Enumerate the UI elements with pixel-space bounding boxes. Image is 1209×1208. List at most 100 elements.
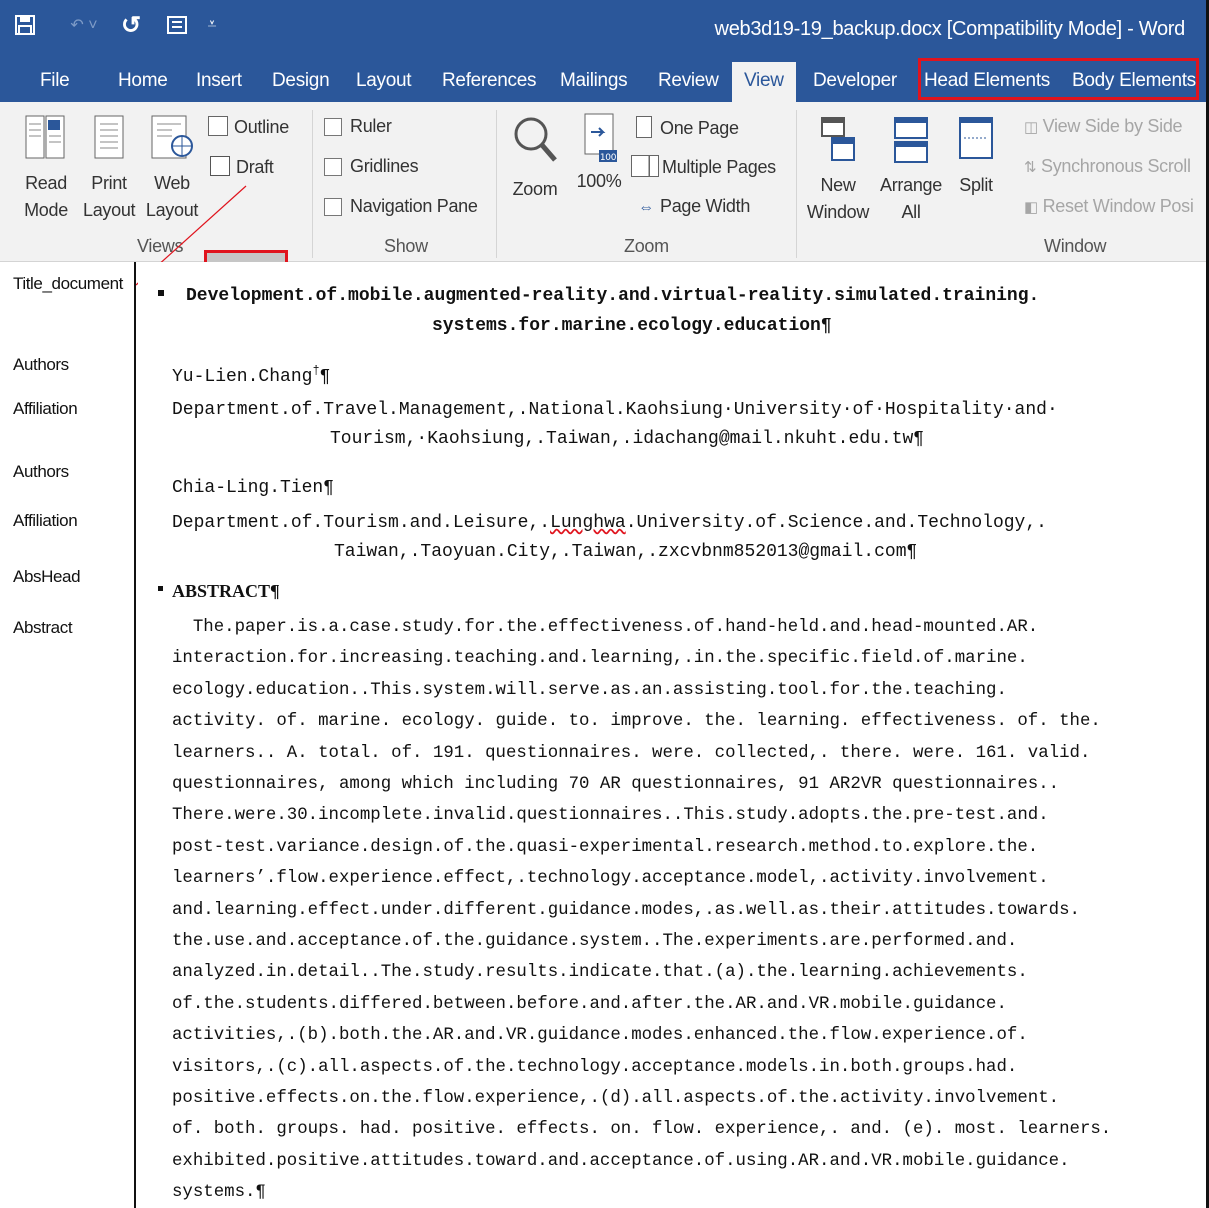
page-width-label: Page Width bbox=[660, 196, 751, 216]
split-button[interactable]: Split bbox=[952, 114, 1000, 199]
abstract-line: systems.¶ bbox=[172, 1183, 266, 1203]
navigation-pane-label: Navigation Pane bbox=[350, 196, 478, 216]
outline-button[interactable]: Outline bbox=[208, 116, 289, 138]
read-mode-icon bbox=[25, 115, 65, 159]
page-width-button[interactable]: ⇔ Page Width bbox=[634, 196, 750, 217]
multiple-pages-icon bbox=[631, 155, 659, 177]
synchronous-scroll-label: Synchronous Scroll bbox=[1040, 156, 1191, 176]
arrange-all-button[interactable]: Arrange All bbox=[876, 114, 946, 226]
sync-scroll-icon: ⇅ bbox=[1024, 159, 1037, 176]
zoom-label: Zoom bbox=[512, 179, 558, 199]
affiliation-2-part-b: Lunghwa bbox=[550, 513, 626, 533]
show-group-label: Show bbox=[384, 236, 428, 256]
multiple-pages-button[interactable]: Multiple Pages bbox=[631, 155, 776, 178]
save-icon[interactable] bbox=[12, 12, 38, 38]
tab-design[interactable]: Design bbox=[272, 62, 330, 102]
zoom-button[interactable]: Zoom bbox=[506, 114, 564, 203]
abstract-line: learners.. A. total. of. 191. questionna… bbox=[172, 743, 1091, 763]
style-affiliation[interactable]: Affiliation bbox=[13, 511, 78, 531]
synchronous-scroll-button[interactable]: ⇅ Synchronous Scroll bbox=[1024, 156, 1191, 177]
abstract-line: of.the.students.differed.between.before.… bbox=[172, 994, 1007, 1014]
paragraph-mark-bullet bbox=[158, 290, 164, 296]
svg-text:100: 100 bbox=[600, 153, 617, 163]
magnifier-icon bbox=[514, 117, 557, 162]
document-title-line-1: Development.of.mobile.augmented-reality.… bbox=[186, 286, 1040, 306]
affiliation-2-line-1: Department.of.Tourism.and.Leisure,.Lungh… bbox=[172, 513, 1047, 533]
abstract-line: post-test.variance.design.of.the.quasi-e… bbox=[172, 837, 1039, 857]
style-abshead[interactable]: AbsHead bbox=[13, 567, 81, 587]
author-1: Yu-Lien.Chang†¶ bbox=[172, 364, 331, 387]
tab-mailings[interactable]: Mailings bbox=[560, 62, 628, 102]
navigation-pane-checkbox[interactable] bbox=[324, 198, 342, 216]
zoom-group-label: Zoom bbox=[624, 236, 669, 256]
abstract-line: interaction.for.increasing.teaching.and.… bbox=[172, 649, 1028, 669]
style-authors[interactable]: Authors bbox=[13, 355, 69, 375]
tab-layout[interactable]: Layout bbox=[356, 62, 412, 102]
ruler-checkbox[interactable] bbox=[324, 118, 342, 136]
author-1-name: Yu-Lien.Chang bbox=[172, 367, 313, 387]
new-window-icon bbox=[821, 117, 855, 161]
affiliation-1-line-2: Tourism,·Kaohsiung,.Taiwan,.idachang@mai… bbox=[330, 429, 925, 449]
arrange-all-icon bbox=[894, 117, 928, 163]
zoom-100-icon: 100 bbox=[584, 113, 617, 163]
view-side-by-side-button[interactable]: ◫ View Side by Side bbox=[1024, 116, 1183, 137]
undo-icon[interactable]: ↶ ˅ bbox=[64, 12, 104, 38]
abstract-line: activities,.(b).both.the.AR.and.VR.guida… bbox=[172, 1026, 1028, 1046]
tab-insert[interactable]: Insert bbox=[196, 62, 242, 102]
group-separator bbox=[496, 110, 497, 258]
tab-view[interactable]: View bbox=[732, 62, 796, 102]
outline-label: Outline bbox=[234, 117, 289, 137]
style-affiliation[interactable]: Affiliation bbox=[13, 399, 78, 419]
page-width-icon: ⇔ bbox=[638, 199, 654, 216]
web-layout-label: Web Layout bbox=[145, 173, 199, 220]
author-2: Chia-Ling.Tien¶ bbox=[172, 478, 335, 498]
print-layout-button[interactable]: Print Layout bbox=[83, 114, 136, 224]
style-title-document[interactable]: Title_document bbox=[13, 274, 123, 294]
touch-mode-icon[interactable] bbox=[164, 12, 190, 38]
gridlines-checkbox[interactable] bbox=[324, 158, 342, 176]
draft-label: Draft bbox=[236, 157, 274, 177]
document-body[interactable]: Development.of.mobile.augmented-reality.… bbox=[138, 262, 1209, 1208]
multiple-pages-label: Multiple Pages bbox=[662, 157, 776, 177]
style-abstract[interactable]: Abstract bbox=[13, 618, 73, 638]
abstract-line: of. both. groups. had. positive. effects… bbox=[172, 1120, 1112, 1140]
gridlines-label: Gridlines bbox=[350, 156, 419, 176]
tab-review[interactable]: Review bbox=[658, 62, 719, 102]
views-group-label: Views bbox=[137, 236, 184, 256]
redo-icon[interactable]: ↺ bbox=[118, 12, 144, 39]
abstract-line: exhibited.positive.attitudes.toward.and.… bbox=[172, 1151, 1070, 1171]
split-icon bbox=[959, 117, 993, 159]
tab-references[interactable]: References bbox=[442, 62, 536, 102]
tab-highlight-box bbox=[918, 58, 1199, 100]
zoom-100-button[interactable]: 100 100% bbox=[572, 110, 626, 195]
arrange-all-label: Arrange All bbox=[880, 175, 942, 222]
reset-window-label: Reset Window Posi bbox=[1042, 196, 1194, 216]
document-title-line-2: systems.for.marine.ecology.education¶ bbox=[432, 316, 832, 336]
document-title: web3d19-19_backup.docx [Compatibility Mo… bbox=[714, 18, 1186, 40]
abstract-line: and.learning.effect.under.different.guid… bbox=[172, 900, 1080, 920]
customize-quick-access-icon[interactable]: ⩡ bbox=[202, 12, 222, 38]
abstract-heading: ABSTRACT¶ bbox=[172, 581, 280, 601]
one-page-button[interactable]: One Page bbox=[636, 116, 739, 139]
tab-developer[interactable]: Developer bbox=[813, 62, 897, 102]
draft-icon bbox=[210, 156, 230, 176]
web-layout-icon bbox=[151, 115, 193, 159]
author-1-mark: † bbox=[312, 364, 320, 378]
tab-home[interactable]: Home bbox=[118, 62, 168, 102]
style-authors[interactable]: Authors bbox=[13, 462, 69, 482]
reset-window-icon: ◧ bbox=[1024, 199, 1038, 216]
group-separator bbox=[312, 110, 313, 258]
abstract-line: The.paper.is.a.case.study.for.the.effect… bbox=[172, 618, 1039, 637]
style-area-pane: Title_document Authors Affiliation Autho… bbox=[0, 262, 136, 1208]
tab-file[interactable]: File bbox=[40, 62, 70, 102]
ruler-label: Ruler bbox=[350, 116, 392, 136]
read-mode-button[interactable]: Read Mode bbox=[20, 114, 72, 224]
split-label: Split bbox=[959, 175, 993, 195]
new-window-button[interactable]: New Window bbox=[804, 114, 872, 226]
view-side-by-side-label: View Side by Side bbox=[1042, 116, 1183, 136]
web-layout-button[interactable]: Web Layout bbox=[144, 114, 200, 224]
affiliation-2-part-c: .University.of.Science.and.Technology,. bbox=[625, 513, 1047, 533]
ribbon-view: Read Mode Print Layout Web Layout Outlin… bbox=[0, 102, 1209, 287]
abstract-line: There.were.30.incomplete.invalid.questio… bbox=[172, 806, 1049, 826]
reset-window-position-button[interactable]: ◧ Reset Window Posi bbox=[1024, 196, 1194, 217]
